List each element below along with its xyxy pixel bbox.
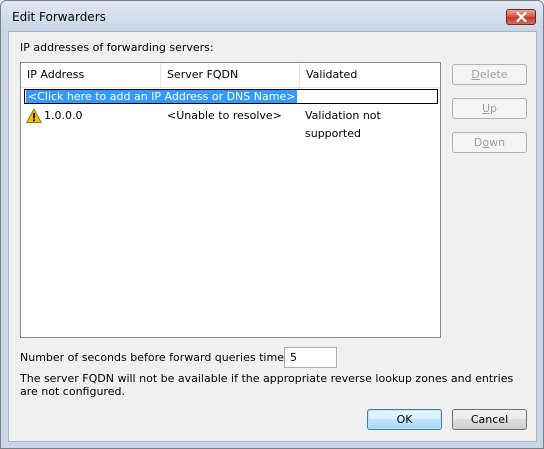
forwarders-list[interactable]: IP Address Server FQDN Validated <Click … [20, 62, 441, 338]
column-header-server-fqdn[interactable]: Server FQDN [161, 63, 300, 87]
forwarders-label: IP addresses of forwarding servers: [20, 41, 214, 54]
up-button[interactable]: Up [452, 98, 527, 119]
forwarder-server-fqdn: <Unable to resolve> [167, 109, 282, 122]
timeout-input[interactable]: 5 [284, 347, 337, 368]
dialog-body: IP addresses of forwarding servers: IP A… [8, 31, 537, 442]
forwarder-validated-status: Validation not supported [305, 109, 381, 140]
dialog-title: Edit Forwarders [12, 10, 106, 24]
add-forwarder-row[interactable]: <Click here to add an IP Address or DNS … [24, 89, 438, 104]
forwarder-ip-address: 1.0.0.0 [44, 109, 83, 122]
close-icon [515, 12, 527, 22]
cancel-button[interactable]: Cancel [452, 409, 527, 430]
warning-icon [26, 108, 42, 123]
fqdn-note: The server FQDN will not be available if… [20, 372, 514, 398]
timeout-label: Number of seconds before forward queries… [20, 351, 310, 364]
list-header: IP Address Server FQDN Validated [21, 63, 440, 88]
column-header-validated[interactable]: Validated [300, 63, 440, 87]
down-button[interactable]: Down [452, 132, 527, 153]
delete-button[interactable]: Delete [452, 64, 527, 85]
close-button[interactable] [506, 9, 536, 25]
column-header-ip-address[interactable]: IP Address [21, 63, 161, 87]
title-bar[interactable]: Edit Forwarders [1, 1, 543, 31]
edit-forwarders-dialog: Edit Forwarders IP addresses of forwardi… [0, 0, 544, 449]
list-item[interactable]: 1.0.0.0 <Unable to resolve> Validation n… [21, 107, 440, 140]
add-forwarder-prompt: <Click here to add an IP Address or DNS … [26, 90, 298, 103]
ok-button[interactable]: OK [367, 409, 442, 430]
